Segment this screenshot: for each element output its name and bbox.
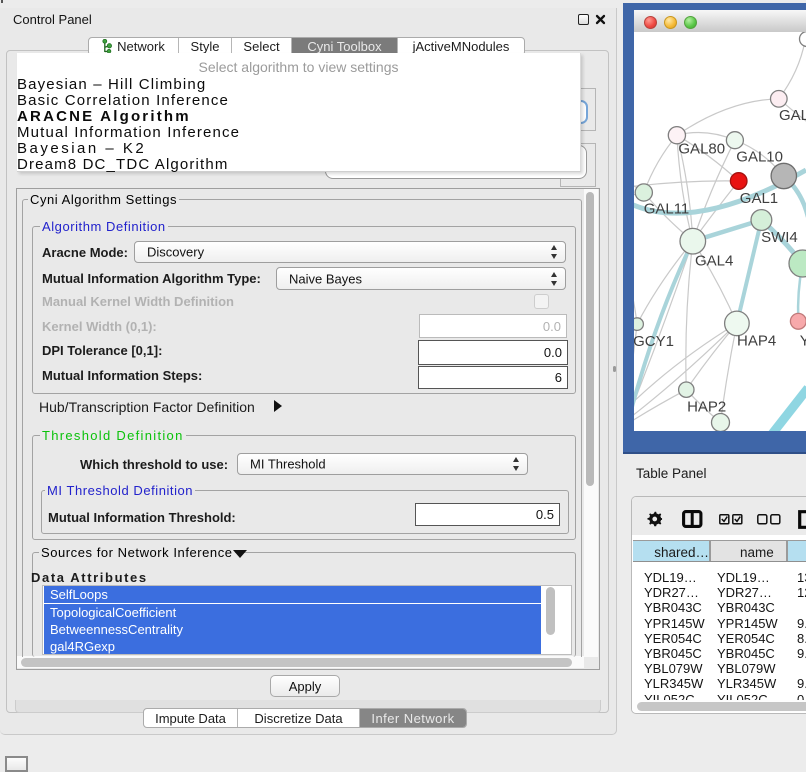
svg-text:Y: Y xyxy=(800,333,806,350)
svg-text:GAL4: GAL4 xyxy=(695,253,733,270)
svg-text:SWI4: SWI4 xyxy=(761,229,798,246)
svg-text:GCY1: GCY1 xyxy=(634,333,674,350)
svg-text:GAL11: GAL11 xyxy=(644,201,690,218)
svg-text:GAL1: GAL1 xyxy=(740,190,778,207)
svg-text:HAP2: HAP2 xyxy=(687,399,726,416)
svg-text:GAL10: GAL10 xyxy=(736,149,783,166)
svg-text:GAL: GAL xyxy=(779,107,806,124)
svg-text:GAL80: GAL80 xyxy=(678,141,725,158)
svg-text:HAP4: HAP4 xyxy=(737,333,776,350)
